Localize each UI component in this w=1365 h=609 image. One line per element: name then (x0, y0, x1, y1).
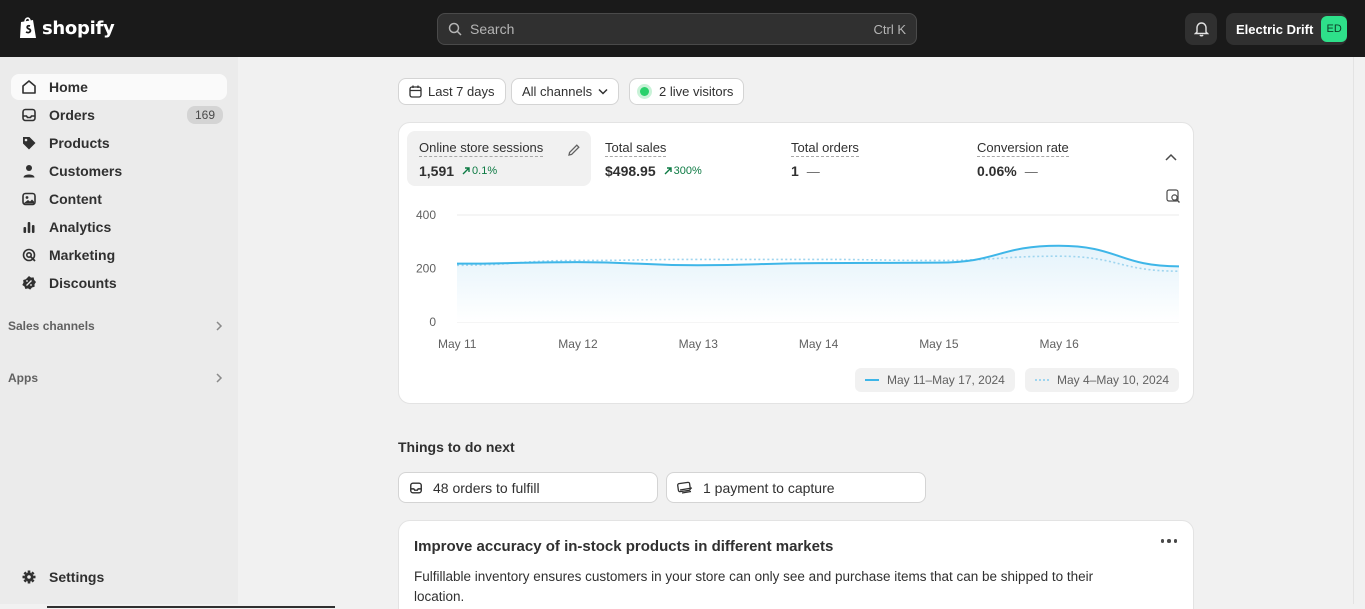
payment-icon (677, 481, 693, 494)
sidebar-item-label: Orders (49, 107, 95, 123)
live-visitors-button[interactable]: 2 live visitors (629, 78, 745, 105)
shopify-logo[interactable]: shopify (18, 16, 115, 40)
tip-body: Fulfillable inventory ensures customers … (414, 569, 1094, 604)
bell-icon (1193, 22, 1209, 37)
sidebar-item-label: Customers (49, 163, 123, 179)
sidebar-item-label: Home (49, 79, 88, 95)
x-tick-label: May 15 (919, 337, 959, 351)
gear-icon (22, 570, 36, 584)
brand-name: shopify (42, 17, 115, 39)
search-bar[interactable]: Search Ctrl K (437, 13, 917, 45)
sales-channels-section[interactable]: Sales channels (8, 319, 223, 333)
store-avatar: ED (1321, 16, 1347, 42)
sidebar-item-label: Analytics (49, 219, 112, 235)
channels-dropdown[interactable]: All channels (511, 78, 620, 105)
x-tick-label: May 16 (1040, 337, 1080, 351)
x-tick-label: May 12 (558, 337, 598, 351)
sidebar-item-orders[interactable]: Orders 169 (11, 102, 227, 128)
sidebar-item-label: Products (49, 135, 110, 151)
shopify-bag-icon (20, 17, 36, 38)
sidebar-item-analytics[interactable]: Analytics (11, 214, 227, 240)
sidebar-item-label: Discounts (49, 275, 117, 291)
sidebar-item-discounts[interactable]: Discounts (11, 270, 227, 296)
inventory-tip-card: Improve accuracy of in-stock products in… (398, 520, 1194, 609)
home-icon (22, 80, 36, 94)
target-icon (22, 248, 36, 262)
sidebar-item-products[interactable]: Products (11, 130, 227, 156)
bar-chart-icon (23, 222, 35, 233)
more-options-icon[interactable] (1160, 539, 1177, 543)
y-tick-label: 400 (416, 208, 436, 222)
chevron-right-icon (216, 373, 223, 383)
things-to-do-title: Things to do next (398, 439, 515, 455)
task-label: 48 orders to fulfill (433, 479, 540, 496)
legend-label: May 11–May 17, 2024 (887, 373, 1005, 387)
tip-title: Improve accuracy of in-stock products in… (414, 538, 834, 555)
x-tick-label: May 11 (438, 337, 477, 351)
y-tick-label: 0 (429, 315, 436, 329)
search-shortcut: Ctrl K (873, 21, 907, 37)
inbox-icon (22, 108, 36, 122)
date-range-button[interactable]: Last 7 days (398, 78, 506, 105)
sidebar-item-customers[interactable]: Customers (11, 158, 227, 184)
calendar-icon (409, 85, 422, 98)
channels-label: All channels (522, 84, 593, 99)
sidebar-item-label: Marketing (49, 247, 116, 263)
notifications-button[interactable] (1185, 13, 1217, 45)
store-name: Electric Drift (1236, 21, 1314, 37)
live-visitors-label: 2 live visitors (659, 84, 734, 99)
tag-icon (23, 137, 36, 150)
x-tick-label: May 14 (799, 337, 839, 351)
section-label: Apps (8, 371, 38, 385)
search-icon (448, 22, 462, 36)
sessions-line-chart: 400 200 0May 11 May 12 May 13 May 14 May 15 May… (416, 208, 1180, 351)
section-label: Sales channels (8, 319, 95, 333)
sidebar-item-marketing[interactable]: Marketing (11, 242, 227, 268)
apps-section[interactable]: Apps (8, 371, 223, 385)
image-icon (22, 192, 36, 206)
legend-solid-line-icon (865, 379, 879, 381)
analytics-card: Online store sessions 1,591 0.1% Total s… (398, 122, 1194, 404)
legend-current-period[interactable]: May 11–May 17, 2024 (855, 368, 1015, 392)
scrollbar-thumb[interactable] (47, 606, 335, 608)
inbox-icon (410, 481, 422, 494)
date-range-label: Last 7 days (428, 84, 495, 99)
sidebar: Home Orders 169 Products Customers Conte… (0, 57, 238, 609)
store-menu-button[interactable]: Electric Drift ED (1226, 13, 1347, 45)
payment-to-capture-button[interactable]: 1 payment to capture (666, 472, 926, 503)
sidebar-item-settings[interactable]: Settings (11, 564, 227, 590)
x-tick-label: May 13 (679, 337, 719, 351)
live-indicator-dot (640, 87, 649, 96)
sidebar-item-home[interactable]: Home (11, 74, 227, 100)
legend-previous-period[interactable]: May 4–May 10, 2024 (1025, 368, 1180, 392)
legend-label: May 4–May 10, 2024 (1057, 373, 1170, 387)
task-label: 1 payment to capture (703, 479, 835, 496)
sidebar-item-label: Content (49, 191, 102, 207)
sidebar-item-content[interactable]: Content (11, 186, 227, 212)
discount-icon (22, 276, 36, 290)
sidebar-item-label: Settings (49, 569, 105, 585)
orders-to-fulfill-button[interactable]: 48 orders to fulfill (398, 472, 658, 503)
main-scrollbar[interactable] (1353, 57, 1365, 609)
person-icon (23, 165, 35, 178)
y-tick-label: 200 (416, 262, 436, 276)
legend-dotted-line-icon (1035, 379, 1049, 381)
search-placeholder: Search (470, 21, 515, 37)
chevron-right-icon (216, 321, 223, 331)
chevron-down-icon (598, 88, 608, 95)
top-bar: shopify Search Ctrl K Electric Drift ED (0, 0, 1365, 57)
orders-count-badge: 169 (187, 106, 223, 124)
